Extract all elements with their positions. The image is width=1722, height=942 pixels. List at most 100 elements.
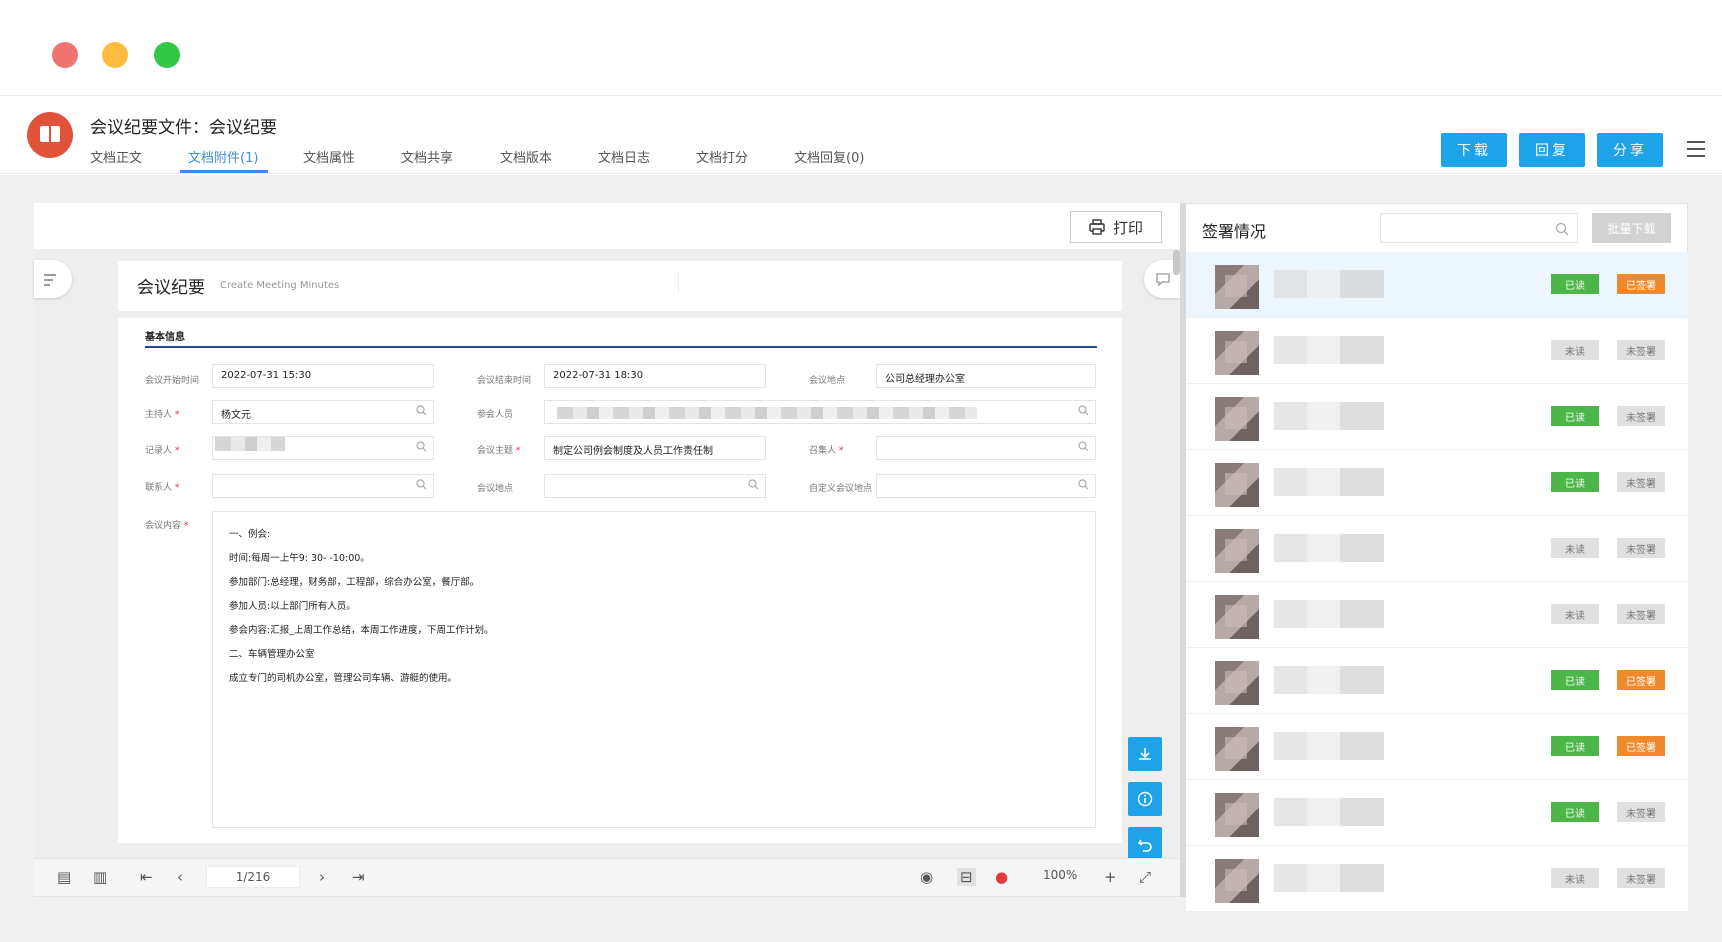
menu-icon[interactable]	[1687, 141, 1705, 157]
signer-name-redacted	[1274, 402, 1384, 430]
signing-row[interactable]: 已读 未签署	[1186, 384, 1688, 450]
signing-row[interactable]: 未读 未签署	[1186, 582, 1688, 648]
list-view-icon[interactable]: ▥	[93, 868, 107, 886]
recorder-field[interactable]	[212, 436, 434, 460]
avatar	[1215, 265, 1259, 309]
tab-rating[interactable]: 文档打分	[696, 147, 748, 166]
signing-row[interactable]: 未读 未签署	[1186, 318, 1688, 384]
signer-name-redacted	[1274, 732, 1384, 760]
search-icon[interactable]	[1078, 441, 1089, 452]
signing-row[interactable]: 已读 已签署	[1186, 714, 1688, 780]
room-label: 会议地点	[477, 484, 514, 494]
undo-icon[interactable]	[1128, 827, 1162, 861]
fullscreen-icon[interactable]: ⤢	[1139, 868, 1151, 886]
signer-name-redacted	[1274, 534, 1384, 562]
signing-search-input[interactable]	[1380, 213, 1578, 243]
zoom-level[interactable]: 100%	[1043, 868, 1077, 882]
title-bar	[0, 0, 1722, 96]
host-label: 主持人 *	[145, 407, 179, 420]
batch-download-button[interactable]: 批量下载	[1592, 213, 1671, 243]
signer-name-redacted	[1274, 600, 1384, 628]
thumbnail-view-icon[interactable]: ▤	[57, 868, 71, 886]
required-marker: *	[172, 410, 180, 420]
start-time-label: 会议开始时间	[145, 376, 200, 386]
content-line: 成立专门的司机办公室，管理公司车辆、游艇的使用。	[229, 673, 458, 684]
download-button[interactable]: 下载	[1441, 133, 1507, 167]
tab-logs[interactable]: 文档日志	[598, 147, 650, 166]
first-page-icon[interactable]: ⇤	[140, 868, 153, 886]
sign-status-badge: 未签署	[1617, 538, 1665, 558]
info-icon[interactable]	[1128, 782, 1162, 816]
topic-field[interactable]: 制定公司例会制度及人员工作责任制	[544, 436, 766, 460]
signing-row[interactable]: 已读 已签署	[1186, 252, 1688, 318]
fit-width-icon[interactable]: ⊟	[957, 868, 976, 886]
topic-label: 会议主题 *	[477, 443, 520, 456]
search-icon[interactable]	[1078, 405, 1089, 416]
avatar	[1215, 331, 1259, 375]
page-title: 会议纪要	[137, 278, 205, 298]
record-icon[interactable]: ●	[995, 868, 1008, 886]
participants-label: 参会人员	[477, 410, 514, 420]
signing-row[interactable]: 未读 未签署	[1186, 846, 1688, 912]
tab-attachments[interactable]: 文档附件(1)	[188, 147, 258, 166]
close-window-button[interactable]	[52, 42, 78, 68]
read-status-badge: 已读	[1551, 802, 1599, 822]
page-number-input[interactable]: 1/216	[206, 866, 300, 888]
printer-icon	[1089, 219, 1105, 235]
tab-properties[interactable]: 文档属性	[303, 147, 355, 166]
previous-page-icon[interactable]: ‹	[177, 868, 183, 886]
sign-status-badge: 未签署	[1617, 604, 1665, 624]
reply-button[interactable]: 回复	[1519, 133, 1585, 167]
last-page-icon[interactable]: ⇥	[352, 868, 365, 886]
place-field[interactable]: 公司总经理办公室	[876, 364, 1096, 388]
tab-document-body[interactable]: 文档正文	[90, 147, 142, 166]
next-page-icon[interactable]: ›	[319, 868, 325, 886]
content-label-text: 会议内容	[145, 521, 182, 531]
start-time-field[interactable]: 2022-07-31 15:30	[212, 364, 434, 388]
participants-field[interactable]	[544, 400, 1096, 424]
share-button[interactable]: 分享	[1597, 133, 1663, 167]
maximize-window-button[interactable]	[154, 42, 180, 68]
search-icon[interactable]	[416, 405, 427, 416]
signing-row[interactable]: 未读 未签署	[1186, 516, 1688, 582]
sign-status-badge: 已签署	[1617, 274, 1665, 294]
tab-versions[interactable]: 文档版本	[500, 147, 552, 166]
sign-status-badge: 未签署	[1617, 340, 1665, 360]
minimize-window-button[interactable]	[102, 42, 128, 68]
host-value: 杨文元	[221, 410, 251, 421]
search-icon[interactable]	[416, 441, 427, 452]
tab-sharing[interactable]: 文档共享	[401, 147, 453, 166]
signing-row[interactable]: 已读 未签署	[1186, 450, 1688, 516]
search-icon[interactable]	[748, 479, 759, 490]
zoom-in-icon[interactable]: +	[1104, 868, 1117, 886]
required-marker: *	[513, 446, 521, 456]
avatar	[1215, 727, 1259, 771]
signing-row[interactable]: 已读 未签署	[1186, 780, 1688, 846]
participants-redacted	[557, 407, 977, 419]
convener-field[interactable]	[876, 436, 1096, 460]
viewer-scrollbar[interactable]	[1173, 250, 1180, 275]
signing-row[interactable]: 已读 已签署	[1186, 648, 1688, 714]
contact-field[interactable]	[212, 474, 434, 498]
search-icon[interactable]	[416, 479, 427, 490]
avatar	[1215, 397, 1259, 441]
search-icon[interactable]	[1078, 479, 1089, 490]
search-icon[interactable]	[1555, 222, 1569, 236]
eye-icon[interactable]: ◉	[920, 868, 933, 886]
tab-replies[interactable]: 文档回复(0)	[794, 147, 864, 166]
required-marker: *	[172, 446, 180, 456]
end-time-field[interactable]: 2022-07-31 18:30	[544, 364, 766, 388]
signer-name-redacted	[1274, 666, 1384, 694]
room-field[interactable]	[544, 474, 766, 498]
header-divider	[678, 272, 679, 294]
sign-status-badge: 未签署	[1617, 802, 1665, 822]
host-field[interactable]: 杨文元	[212, 400, 434, 424]
custom-place-field[interactable]	[876, 474, 1096, 498]
outline-toggle-icon[interactable]	[34, 260, 72, 298]
recorder-label: 记录人 *	[145, 443, 179, 456]
custom-place-label: 自定义会议地点	[809, 484, 873, 494]
download-icon[interactable]	[1128, 737, 1162, 771]
sign-status-badge: 未签署	[1617, 472, 1665, 492]
print-button[interactable]: 打印	[1070, 211, 1162, 243]
required-marker: *	[836, 446, 844, 456]
